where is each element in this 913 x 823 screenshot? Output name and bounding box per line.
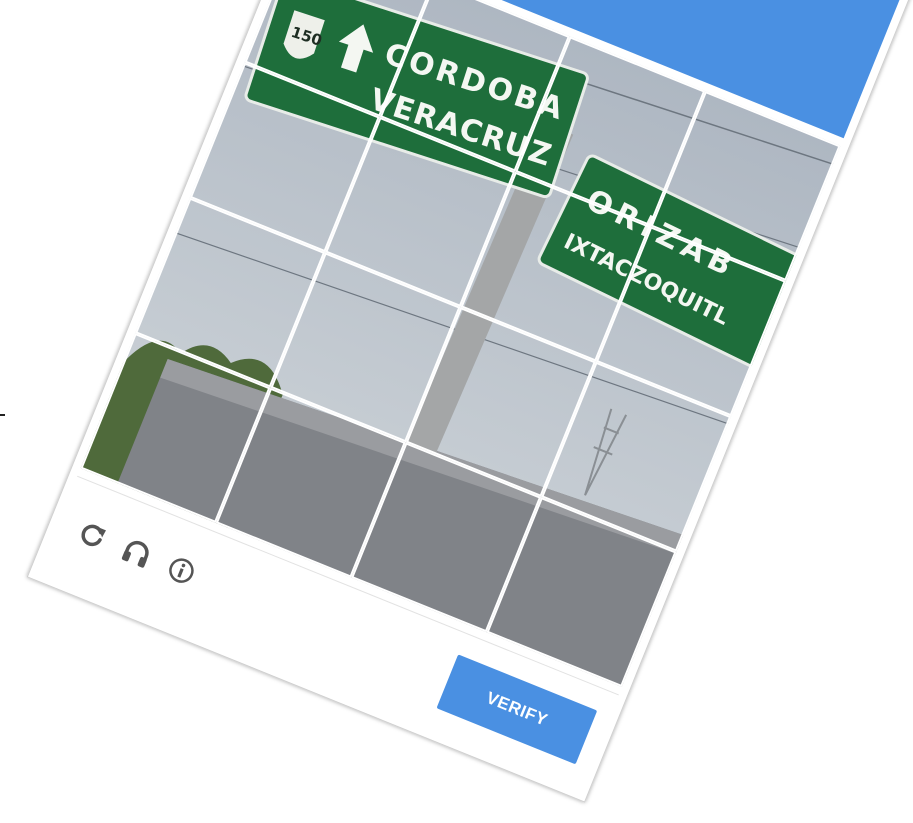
help-button[interactable] (158, 547, 205, 594)
screenshot-stage: 150 CORDOBA VERACRUZ ORIZAB IXTACZOQUITL (0, 0, 913, 823)
page-edge-mark (0, 414, 5, 416)
reload-button[interactable] (69, 511, 116, 558)
audio-challenge-button[interactable] (113, 529, 160, 576)
headphones-icon (121, 540, 149, 568)
verify-button[interactable]: VERIFY (436, 654, 598, 765)
info-icon (169, 558, 194, 583)
recaptcha-challenge: 150 CORDOBA VERACRUZ ORIZAB IXTACZOQUITL (26, 0, 913, 803)
reload-icon (81, 524, 106, 547)
